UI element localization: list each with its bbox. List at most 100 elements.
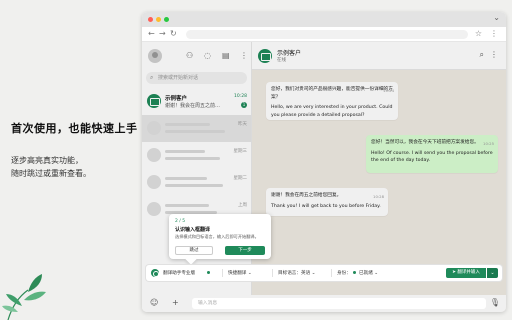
browser-nav-bar: ← → ↻ ☆ ⋮ — [142, 27, 506, 42]
conversation-header: 示例客户 在线 ⌕ ⋮ — [252, 42, 506, 70]
chat-search-input[interactable]: ⌕ 搜索或开始新对话 — [146, 72, 247, 84]
bookmark-star-icon[interactable]: ☆ — [475, 29, 482, 39]
contact-avatar — [147, 202, 161, 216]
toolbar-divider — [222, 269, 223, 277]
contact-avatar — [147, 121, 161, 135]
my-avatar[interactable] — [148, 49, 162, 63]
attach-icon[interactable]: + — [172, 298, 179, 308]
send-options-chevron-icon[interactable]: ⌄ — [487, 268, 498, 278]
maximize-window-icon[interactable] — [164, 17, 169, 22]
tour-skip-button[interactable]: 跳过 — [175, 246, 213, 255]
translate-and-insert-button[interactable]: ➤ 翻译并输入 — [446, 268, 486, 278]
leaf-decoration-icon — [2, 274, 46, 320]
store-avatar-icon — [147, 94, 161, 108]
browser-window: ⌄ ← → ↻ ☆ ⋮ ⚇ ◌ ▤ ⋮ ⌕ 搜索或开始新对话 示例客户 谢谢！我… — [142, 12, 506, 312]
message-translation: Hello! Of course. I will send you the pr… — [371, 150, 493, 164]
search-icon[interactable]: ⌕ — [480, 50, 484, 60]
outgoing-message: 您好！当然可以，我会在今天下班前把方案发给您。 Hello! Of course… — [366, 135, 498, 173]
message-time: 10:28 — [373, 194, 384, 199]
minimize-window-icon[interactable] — [156, 17, 161, 22]
identity-value: 已就绪 — [359, 271, 373, 276]
tour-step-counter: 2 / 5 — [175, 219, 186, 224]
message-time: 10:24 — [383, 88, 394, 93]
browser-menu-icon[interactable]: ⋮ — [490, 29, 498, 39]
promo-title: 首次使用，也能快速上手 — [11, 122, 138, 135]
chat-list-item[interactable]: 示例客户 谢谢！我会在周五之前… 10:28 1 — [142, 88, 251, 115]
target-language-value: 英语 — [300, 271, 311, 276]
chat-time: 星期二 — [233, 176, 248, 181]
unread-badge: 1 — [241, 102, 247, 108]
toolbar-divider — [331, 269, 332, 277]
incoming-message: 谢谢！我会在周五之前给您回复。 Thank you! I will get ba… — [266, 188, 388, 216]
chat-list-item[interactable]: 星期三 — [142, 142, 251, 169]
close-window-icon[interactable] — [148, 17, 153, 22]
app-content: ⚇ ◌ ▤ ⋮ ⌕ 搜索或开始新对话 示例客户 谢谢！我会在周五之前… 10:2… — [142, 42, 506, 312]
translator-logo-icon — [151, 269, 159, 277]
reload-icon[interactable]: ↻ — [170, 29, 177, 39]
chat-time: 昨天 — [238, 122, 247, 127]
placeholder-line — [165, 204, 209, 207]
store-avatar-icon[interactable] — [258, 49, 272, 63]
menu-icon[interactable]: ⋮ — [240, 51, 248, 61]
target-language-select[interactable]: 目标语言：英语 ⌄ — [278, 270, 316, 276]
identity-select[interactable]: 已就绪 ⌄ — [359, 270, 378, 276]
assistant-label[interactable]: 翻译助手专业版 — [163, 270, 195, 276]
online-status-dot — [207, 271, 210, 274]
message-translation: Thank you! I will get back to you before… — [271, 203, 381, 209]
message-text: 您好，我们对贵司的产品很感兴趣，能否提供一份详细的方案？ — [271, 87, 393, 100]
onboarding-tooltip: 2 / 5 认识输入框翻译 选择模式和目标语言，输入后即可开始翻译。 跳过 下一… — [169, 214, 271, 259]
community-icon[interactable]: ⚇ — [186, 51, 193, 61]
promo-description: 逐步高亮真实功能， 随时跳过或重新查看。 — [11, 154, 91, 180]
tour-title: 认识输入框翻译 — [175, 227, 211, 233]
browser-tab-bar: ⌄ — [142, 12, 506, 27]
message-input-bar: ☺ + 输入消息 🎙 — [142, 295, 506, 312]
placeholder-line — [165, 123, 210, 126]
message-text: 谢谢！我会在周五之前给您回复。 — [271, 193, 342, 198]
promo-panel: 首次使用，也能快速上手 逐步高亮真实功能， 随时跳过或重新查看。 — [0, 0, 142, 320]
conversation-status: 在线 — [277, 58, 286, 63]
emoji-icon[interactable]: ☺ — [150, 298, 158, 308]
status-icon[interactable]: ◌ — [204, 51, 211, 61]
address-bar[interactable] — [186, 30, 468, 39]
incoming-message: 您好，我们对贵司的产品很感兴趣，能否提供一份详细的方案？ Hello, we a… — [266, 82, 398, 120]
tour-description: 选择模式和目标语言，输入后即可开始翻译。 — [175, 234, 259, 239]
channels-icon[interactable]: ▤ — [222, 51, 230, 61]
search-icon: ⌕ — [150, 74, 154, 81]
message-text: 您好！当然可以，我会在今天下班前把方案发给您。 — [371, 140, 479, 145]
message-input[interactable]: 输入消息 — [192, 298, 486, 309]
chat-time: 星期三 — [233, 149, 248, 154]
mode-value: 快捷翻译 — [228, 271, 247, 276]
promo-desc-line-2: 随时跳过或重新查看。 — [11, 169, 91, 178]
toolbar-divider — [272, 269, 273, 277]
contact-avatar — [147, 148, 161, 162]
chat-time: 上周 — [238, 203, 247, 208]
placeholder-line — [165, 150, 205, 153]
chat-time: 10:28 — [234, 94, 247, 99]
back-icon[interactable]: ← — [148, 29, 155, 39]
menu-icon[interactable]: ⋮ — [490, 50, 498, 60]
tab-list-icon[interactable]: ⌄ — [493, 13, 500, 22]
search-placeholder: 搜索或开始新对话 — [158, 75, 199, 81]
message-translation: Hello, we are very interested in your pr… — [271, 105, 393, 118]
placeholder-line — [165, 184, 223, 187]
placeholder-line — [165, 157, 220, 160]
conversation-title: 示例客户 — [277, 50, 302, 57]
translation-toolbar: 翻译助手专业版 快捷翻译 ⌄ 目标语言：英语 ⌄ 身份： 已就绪 ⌄ ➤ 翻译并… — [146, 265, 502, 281]
mode-select[interactable]: 快捷翻译 ⌄ — [228, 270, 252, 276]
sidebar-header: ⚇ ◌ ▤ ⋮ — [142, 42, 251, 70]
identity-label: 身份： — [337, 271, 351, 276]
mic-icon[interactable]: 🎙 — [490, 298, 500, 308]
chat-list-item[interactable]: 星期二 — [142, 169, 251, 196]
forward-icon[interactable]: → — [159, 29, 166, 39]
chat-list-item[interactable]: 昨天 — [142, 115, 251, 142]
send-label: 翻译并输入 — [457, 270, 480, 275]
message-time: 10:25 — [483, 141, 494, 146]
chat-name: 示例客户 — [165, 96, 188, 102]
chat-preview: 谢谢！我会在周五之前… — [165, 103, 221, 109]
target-language-label: 目标语言： — [278, 271, 301, 276]
tour-next-button[interactable]: 下一步 — [225, 246, 265, 255]
contact-avatar — [147, 175, 161, 189]
promo-desc-line-1: 逐步高亮真实功能， — [11, 156, 83, 165]
placeholder-line — [165, 130, 225, 133]
placeholder-line — [165, 177, 207, 180]
